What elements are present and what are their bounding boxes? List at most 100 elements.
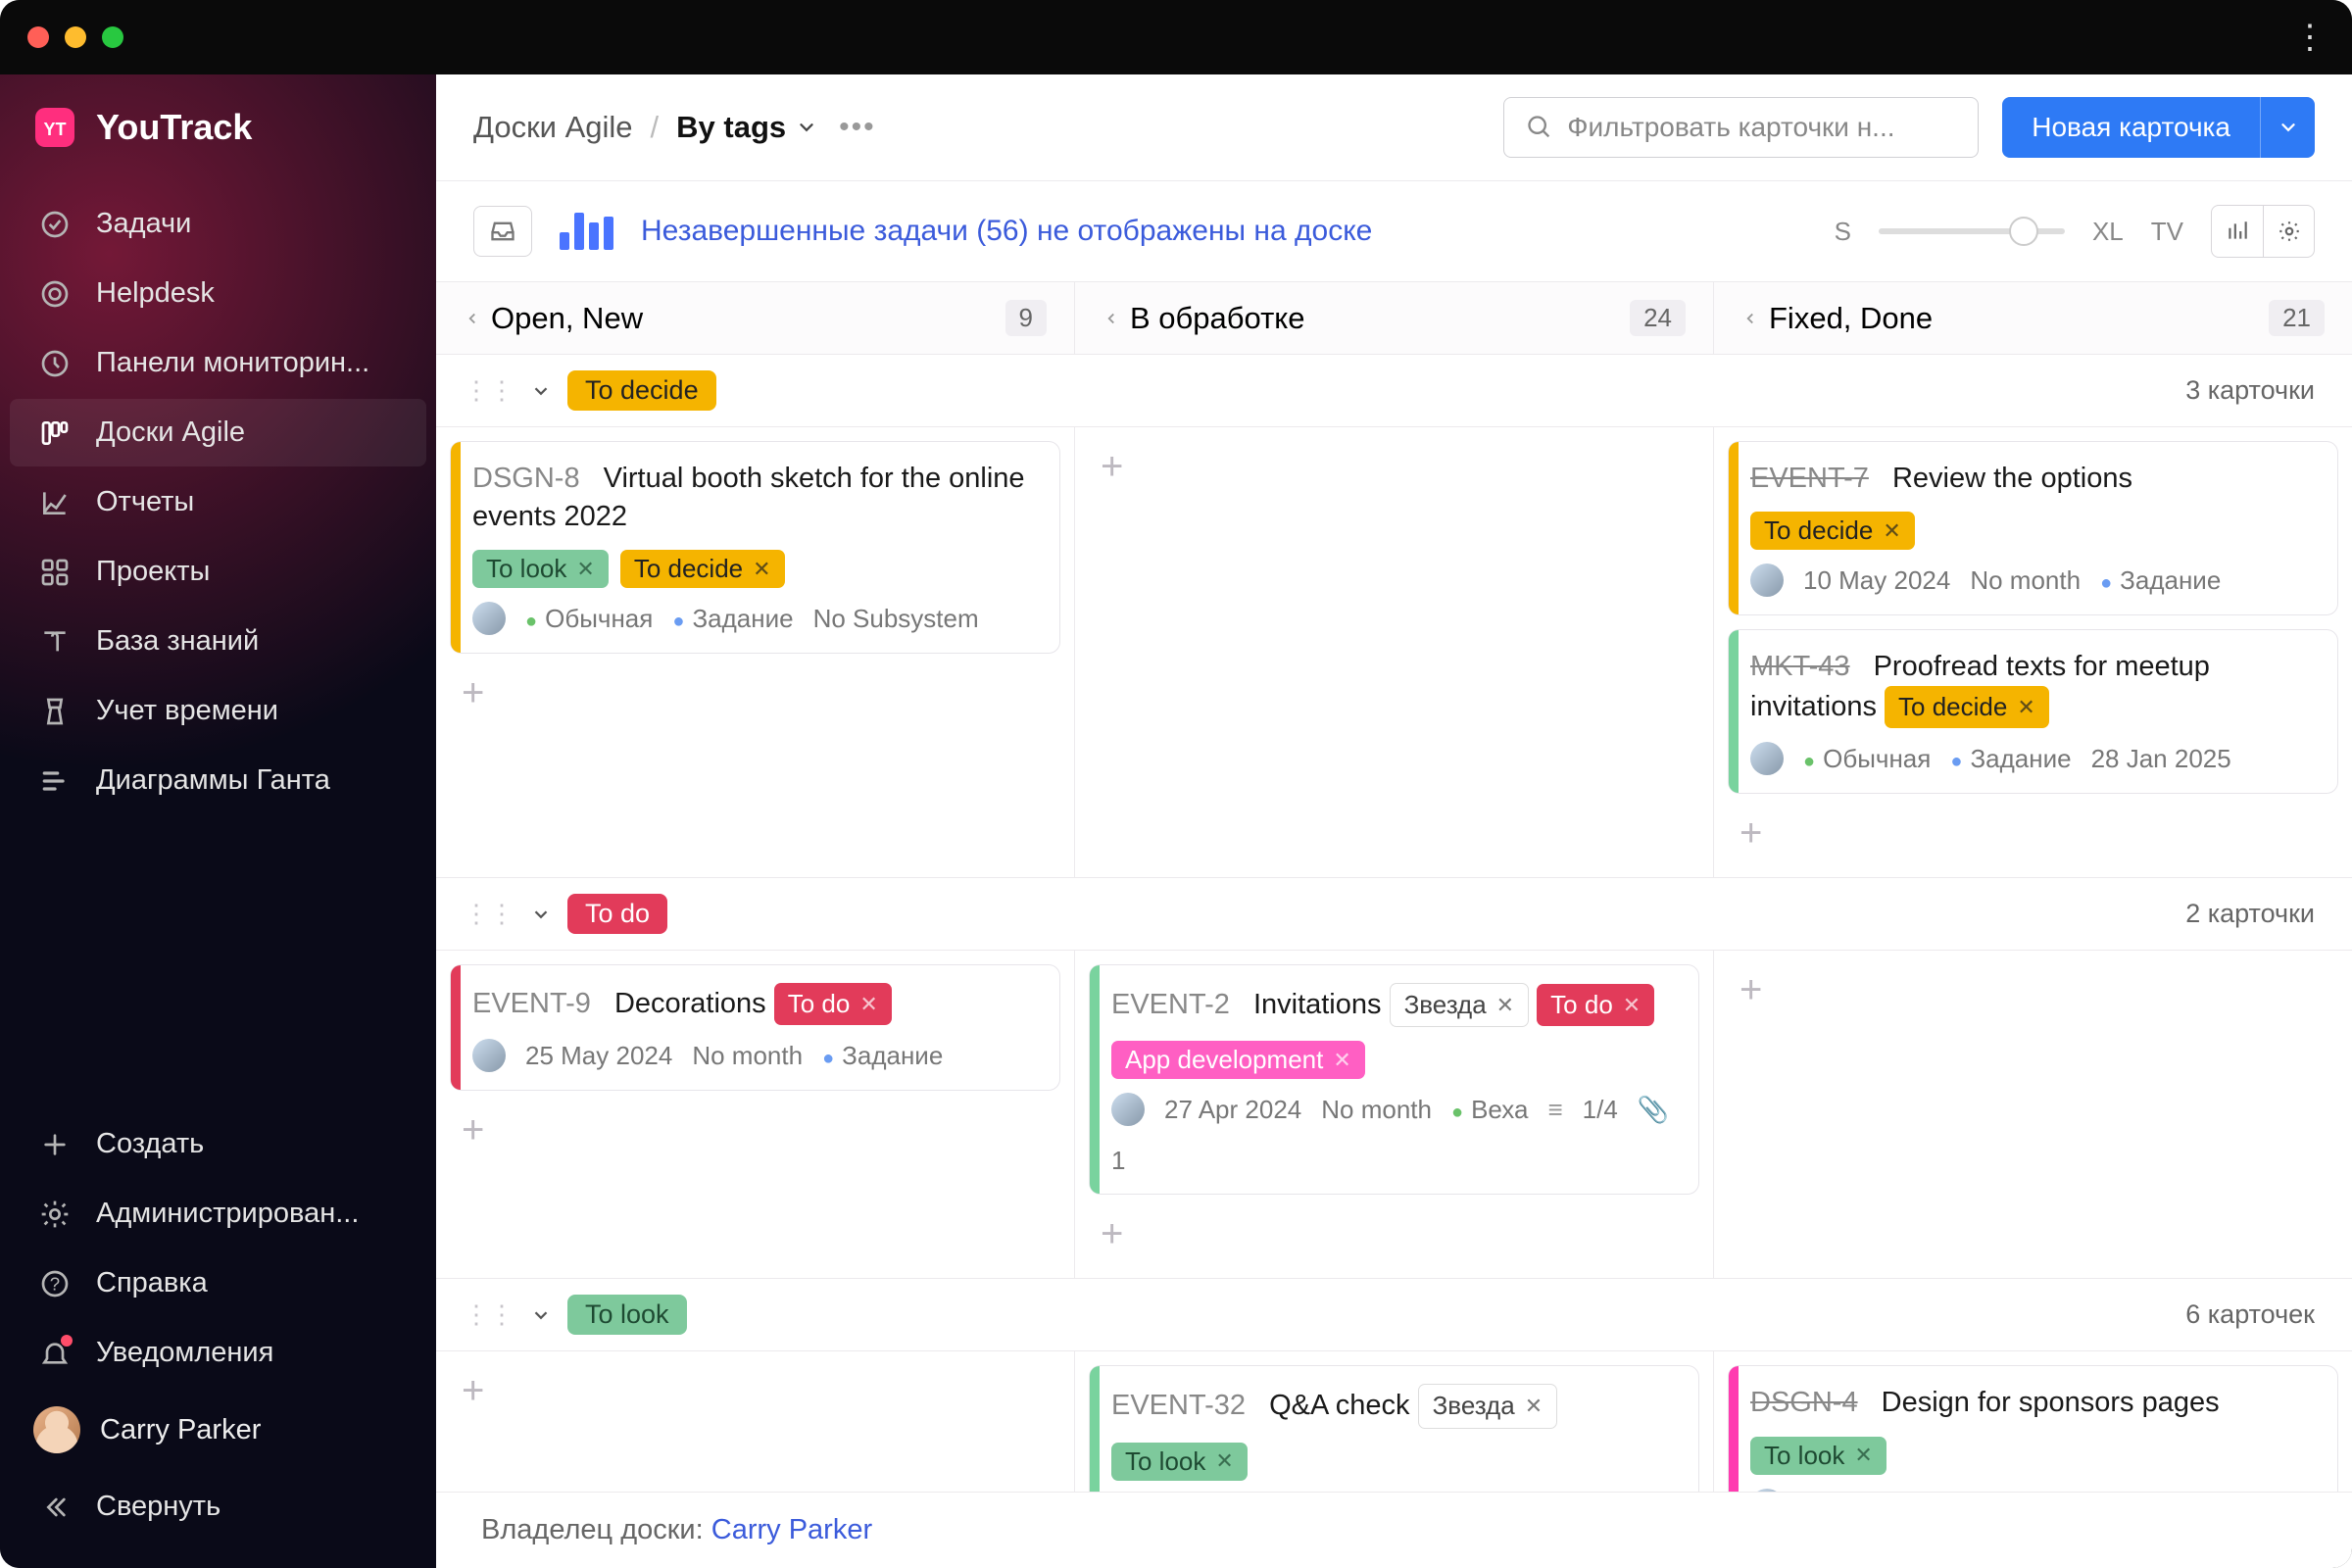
settings-button[interactable] [2263, 206, 2314, 257]
assignee-avatar[interactable] [1750, 1489, 1784, 1492]
tag[interactable]: To do ✕ [1537, 984, 1654, 1026]
more-icon[interactable]: ••• [839, 111, 876, 144]
card[interactable]: EVENT-32 Q&A check Звезда ✕To look ✕2 Se… [1089, 1365, 1699, 1492]
column-header[interactable]: В обработке24 [1075, 282, 1714, 354]
maximize-window-button[interactable] [102, 26, 123, 48]
card[interactable]: DSGN-8 Virtual booth sketch for the onli… [450, 441, 1060, 654]
meta-icon: ≡ [1547, 1095, 1562, 1125]
card-id[interactable]: EVENT-7 [1750, 463, 1869, 494]
close-window-button[interactable] [27, 26, 49, 48]
lane-column: DSGN-4 Design for sponsors pages To look… [1714, 1351, 2352, 1492]
assignee-avatar[interactable] [1750, 742, 1784, 775]
sidebar-item[interactable]: Задачи [10, 190, 426, 258]
card-id[interactable]: DSGN-8 [472, 463, 580, 494]
swimlane-header[interactable]: ⋮⋮To do2 карточки [436, 878, 2352, 950]
minimize-window-button[interactable] [65, 26, 86, 48]
remove-tag-icon[interactable]: ✕ [859, 990, 877, 1019]
unassigned-message[interactable]: Незавершенные задачи (56) не отображены … [641, 215, 1372, 248]
remove-tag-icon[interactable]: ✕ [1333, 1048, 1350, 1073]
assignee-avatar[interactable] [472, 1039, 506, 1072]
add-card-button[interactable]: + [450, 1104, 1060, 1156]
new-card-dropdown[interactable] [2260, 97, 2315, 158]
drag-handle-icon[interactable]: ⋮⋮ [464, 1299, 514, 1330]
chevron-left-icon [1741, 310, 1759, 327]
search-input[interactable]: Фильтровать карточки н... [1503, 97, 1979, 158]
chevron-down-icon[interactable] [530, 380, 552, 402]
remove-tag-icon[interactable]: ✕ [1883, 518, 1900, 544]
sidebar-item[interactable]: Helpdesk [10, 260, 426, 327]
help-button[interactable]: ? Справка [10, 1250, 426, 1317]
notifications-button[interactable]: Уведомления [10, 1319, 426, 1387]
remove-tag-icon[interactable]: ✕ [1215, 1448, 1233, 1474]
card-id[interactable]: MKT-43 [1750, 651, 1850, 682]
sidebar-item[interactable]: База знаний [10, 608, 426, 675]
breadcrumb-root[interactable]: Доски Agile [473, 110, 633, 145]
sidebar-item[interactable]: Учет времени [10, 677, 426, 745]
remove-tag-icon[interactable]: ✕ [1623, 991, 1641, 1020]
card-id[interactable]: EVENT-9 [472, 988, 591, 1019]
drag-handle-icon[interactable]: ⋮⋮ [464, 375, 514, 406]
breadcrumb-leaf[interactable]: By tags [676, 110, 817, 145]
remove-tag-icon[interactable]: ✕ [2017, 693, 2034, 722]
column-header[interactable]: Open, New9 [436, 282, 1075, 354]
tag[interactable]: To look ✕ [1111, 1443, 1248, 1481]
slider-thumb[interactable] [2009, 217, 2038, 246]
column-header[interactable]: Fixed, Done21 [1714, 282, 2352, 354]
sidebar-item[interactable]: Проекты [10, 538, 426, 606]
assignee-avatar[interactable] [1111, 1093, 1145, 1126]
card-id[interactable]: EVENT-2 [1111, 989, 1230, 1020]
sidebar-item[interactable]: Диаграммы Ганта [10, 747, 426, 814]
swimlane-header[interactable]: ⋮⋮To look6 карточек [436, 1279, 2352, 1350]
card-id[interactable]: DSGN-4 [1750, 1387, 1858, 1418]
collapse-button[interactable]: Свернуть [10, 1473, 426, 1541]
add-card-button[interactable]: + [1728, 964, 2338, 1016]
sidebar-item[interactable]: Доски Agile [10, 399, 426, 466]
chart-toggle[interactable] [560, 213, 613, 250]
drag-handle-icon[interactable]: ⋮⋮ [464, 899, 514, 929]
chevron-down-icon[interactable] [530, 904, 552, 925]
add-card-button[interactable]: + [1089, 441, 1699, 493]
tag[interactable]: App development ✕ [1111, 1041, 1365, 1079]
add-card-button[interactable]: + [1089, 1208, 1699, 1260]
remove-tag-icon[interactable]: ✕ [753, 557, 770, 582]
admin-button[interactable]: Администрирован... [10, 1180, 426, 1248]
card[interactable]: MKT-43 Proofread texts for meetup invita… [1728, 629, 2338, 794]
tag[interactable]: To look ✕ [1750, 1437, 1886, 1475]
view-toggle [2211, 205, 2315, 258]
swimlane-header[interactable]: ⋮⋮To decide3 карточки [436, 355, 2352, 426]
assignee-avatar[interactable] [472, 602, 506, 635]
remove-tag-icon[interactable]: ✕ [1854, 1443, 1872, 1468]
add-card-button[interactable]: + [450, 667, 1060, 719]
tag[interactable]: Звезда ✕ [1418, 1384, 1558, 1428]
inbox-button[interactable] [473, 206, 532, 257]
card[interactable]: EVENT-7 Review the options To decide ✕10… [1728, 441, 2338, 615]
tag[interactable]: To do ✕ [774, 983, 892, 1025]
chevron-down-icon[interactable] [530, 1304, 552, 1326]
svg-text:?: ? [50, 1273, 60, 1294]
nav-icon [39, 765, 71, 797]
card-id[interactable]: EVENT-32 [1111, 1390, 1246, 1421]
new-card-button[interactable]: Новая карточка [2002, 97, 2260, 158]
remove-tag-icon[interactable]: ✕ [1496, 991, 1514, 1020]
tag[interactable]: To decide ✕ [620, 550, 785, 588]
tag[interactable]: To decide ✕ [1750, 512, 1915, 550]
remove-tag-icon[interactable]: ✕ [1525, 1392, 1543, 1421]
card[interactable]: EVENT-2 Invitations Звезда ✕ To do ✕App … [1089, 964, 1699, 1195]
add-card-button[interactable]: + [450, 1365, 1060, 1417]
remove-tag-icon[interactable]: ✕ [576, 557, 594, 582]
tag[interactable]: To decide ✕ [1885, 686, 2049, 728]
assignee-avatar[interactable] [1750, 564, 1784, 597]
tag[interactable]: Звезда ✕ [1390, 983, 1530, 1027]
card[interactable]: EVENT-9 Decorations To do ✕25 May 2024No… [450, 964, 1060, 1091]
tag[interactable]: To look ✕ [472, 550, 609, 588]
chart-view-button[interactable] [2212, 206, 2263, 257]
meta-item: No month [692, 1041, 803, 1071]
owner-link[interactable]: Carry Parker [711, 1514, 872, 1545]
card[interactable]: DSGN-4 Design for sponsors pages To look… [1728, 1365, 2338, 1492]
sidebar-item[interactable]: Панели мониторин... [10, 329, 426, 397]
user-profile[interactable]: Carry Parker [10, 1389, 426, 1471]
create-button[interactable]: Создать [10, 1110, 426, 1178]
zoom-slider[interactable] [1879, 228, 2065, 234]
sidebar-item[interactable]: Отчеты [10, 468, 426, 536]
add-card-button[interactable]: + [1728, 808, 2338, 859]
